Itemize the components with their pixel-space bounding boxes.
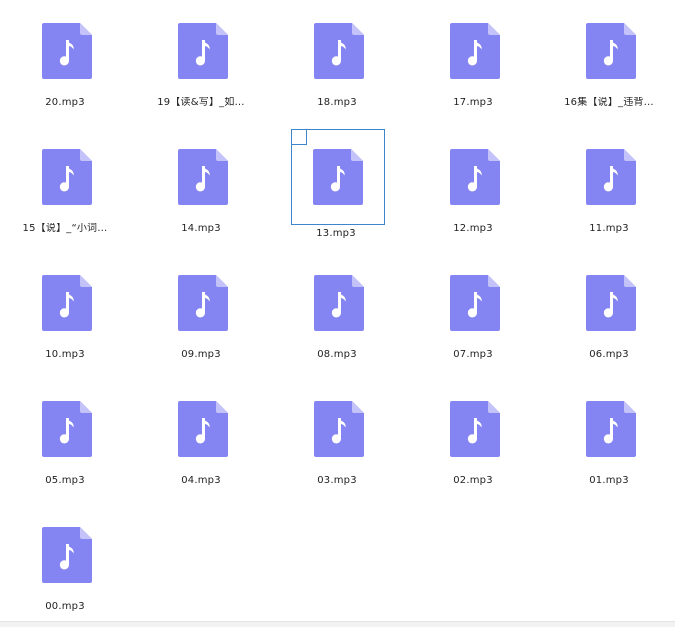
file-item[interactable]: 14.mp3 bbox=[136, 126, 266, 238]
file-item[interactable]: 16集【说】_违背… bbox=[544, 0, 674, 112]
file-name: 16集【说】_违背… bbox=[564, 97, 654, 108]
audio-file-icon bbox=[178, 401, 228, 457]
audio-file-icon bbox=[178, 275, 228, 331]
file-item[interactable]: 05.mp3 bbox=[0, 378, 130, 490]
audio-file-icon bbox=[178, 23, 228, 79]
audio-file-icon bbox=[450, 23, 500, 79]
file-name: 08.mp3 bbox=[317, 349, 357, 360]
audio-file-icon bbox=[586, 23, 636, 79]
file-item[interactable]: 12.mp3 bbox=[408, 126, 538, 238]
audio-file-icon bbox=[313, 149, 363, 205]
audio-file-icon bbox=[314, 23, 364, 79]
audio-file-icon bbox=[450, 149, 500, 205]
audio-file-icon bbox=[42, 527, 92, 583]
file-name: 04.mp3 bbox=[181, 475, 221, 486]
audio-file-icon bbox=[450, 401, 500, 457]
file-name: 13.mp3 bbox=[316, 228, 356, 239]
file-item[interactable]: 13.mp3 bbox=[291, 129, 385, 239]
file-item[interactable]: 01.mp3 bbox=[544, 378, 674, 490]
audio-file-icon bbox=[42, 149, 92, 205]
file-item[interactable]: 18.mp3 bbox=[272, 0, 402, 112]
file-name: 19【读&写】_如… bbox=[157, 97, 245, 108]
audio-file-icon bbox=[450, 275, 500, 331]
file-name: 10.mp3 bbox=[45, 349, 85, 360]
file-item[interactable]: 10.mp3 bbox=[0, 252, 130, 364]
selection-checkbox[interactable] bbox=[291, 129, 307, 145]
audio-file-icon bbox=[42, 401, 92, 457]
bottom-edge bbox=[0, 621, 675, 627]
audio-file-icon bbox=[178, 149, 228, 205]
file-item[interactable]: 09.mp3 bbox=[136, 252, 266, 364]
file-item[interactable]: 07.mp3 bbox=[408, 252, 538, 364]
audio-file-icon bbox=[42, 23, 92, 79]
file-item[interactable]: 15【说】_“小词… bbox=[0, 126, 130, 238]
audio-file-icon bbox=[586, 275, 636, 331]
file-grid: 20.mp3 19【读&写】_如… 18.mp3 17.mp3 16集【说】_违背… 15… bbox=[0, 0, 675, 627]
file-name: 06.mp3 bbox=[589, 349, 629, 360]
file-item[interactable]: 03.mp3 bbox=[272, 378, 402, 490]
file-name: 00.mp3 bbox=[45, 601, 85, 612]
file-item[interactable]: 06.mp3 bbox=[544, 252, 674, 364]
file-name: 05.mp3 bbox=[45, 475, 85, 486]
file-name: 01.mp3 bbox=[589, 475, 629, 486]
file-item[interactable]: 08.mp3 bbox=[272, 252, 402, 364]
file-item[interactable]: 00.mp3 bbox=[0, 504, 130, 616]
file-item[interactable]: 17.mp3 bbox=[408, 0, 538, 112]
file-name: 09.mp3 bbox=[181, 349, 221, 360]
file-item[interactable]: 04.mp3 bbox=[136, 378, 266, 490]
file-name: 07.mp3 bbox=[453, 349, 493, 360]
file-name: 11.mp3 bbox=[589, 223, 629, 234]
file-item[interactable]: 20.mp3 bbox=[0, 0, 130, 112]
file-name: 15【说】_“小词… bbox=[22, 223, 108, 234]
file-name: 20.mp3 bbox=[45, 97, 85, 108]
audio-file-icon bbox=[314, 275, 364, 331]
file-item[interactable]: 19【读&写】_如… bbox=[136, 0, 266, 112]
file-name: 12.mp3 bbox=[453, 223, 493, 234]
audio-file-icon bbox=[314, 401, 364, 457]
file-name: 17.mp3 bbox=[453, 97, 493, 108]
file-name: 02.mp3 bbox=[453, 475, 493, 486]
audio-file-icon bbox=[586, 401, 636, 457]
audio-file-icon bbox=[42, 275, 92, 331]
audio-file-icon bbox=[586, 149, 636, 205]
file-item[interactable]: 02.mp3 bbox=[408, 378, 538, 490]
file-name: 03.mp3 bbox=[317, 475, 357, 486]
file-name: 14.mp3 bbox=[181, 223, 221, 234]
file-name: 18.mp3 bbox=[317, 97, 357, 108]
file-item[interactable]: 11.mp3 bbox=[544, 126, 674, 238]
